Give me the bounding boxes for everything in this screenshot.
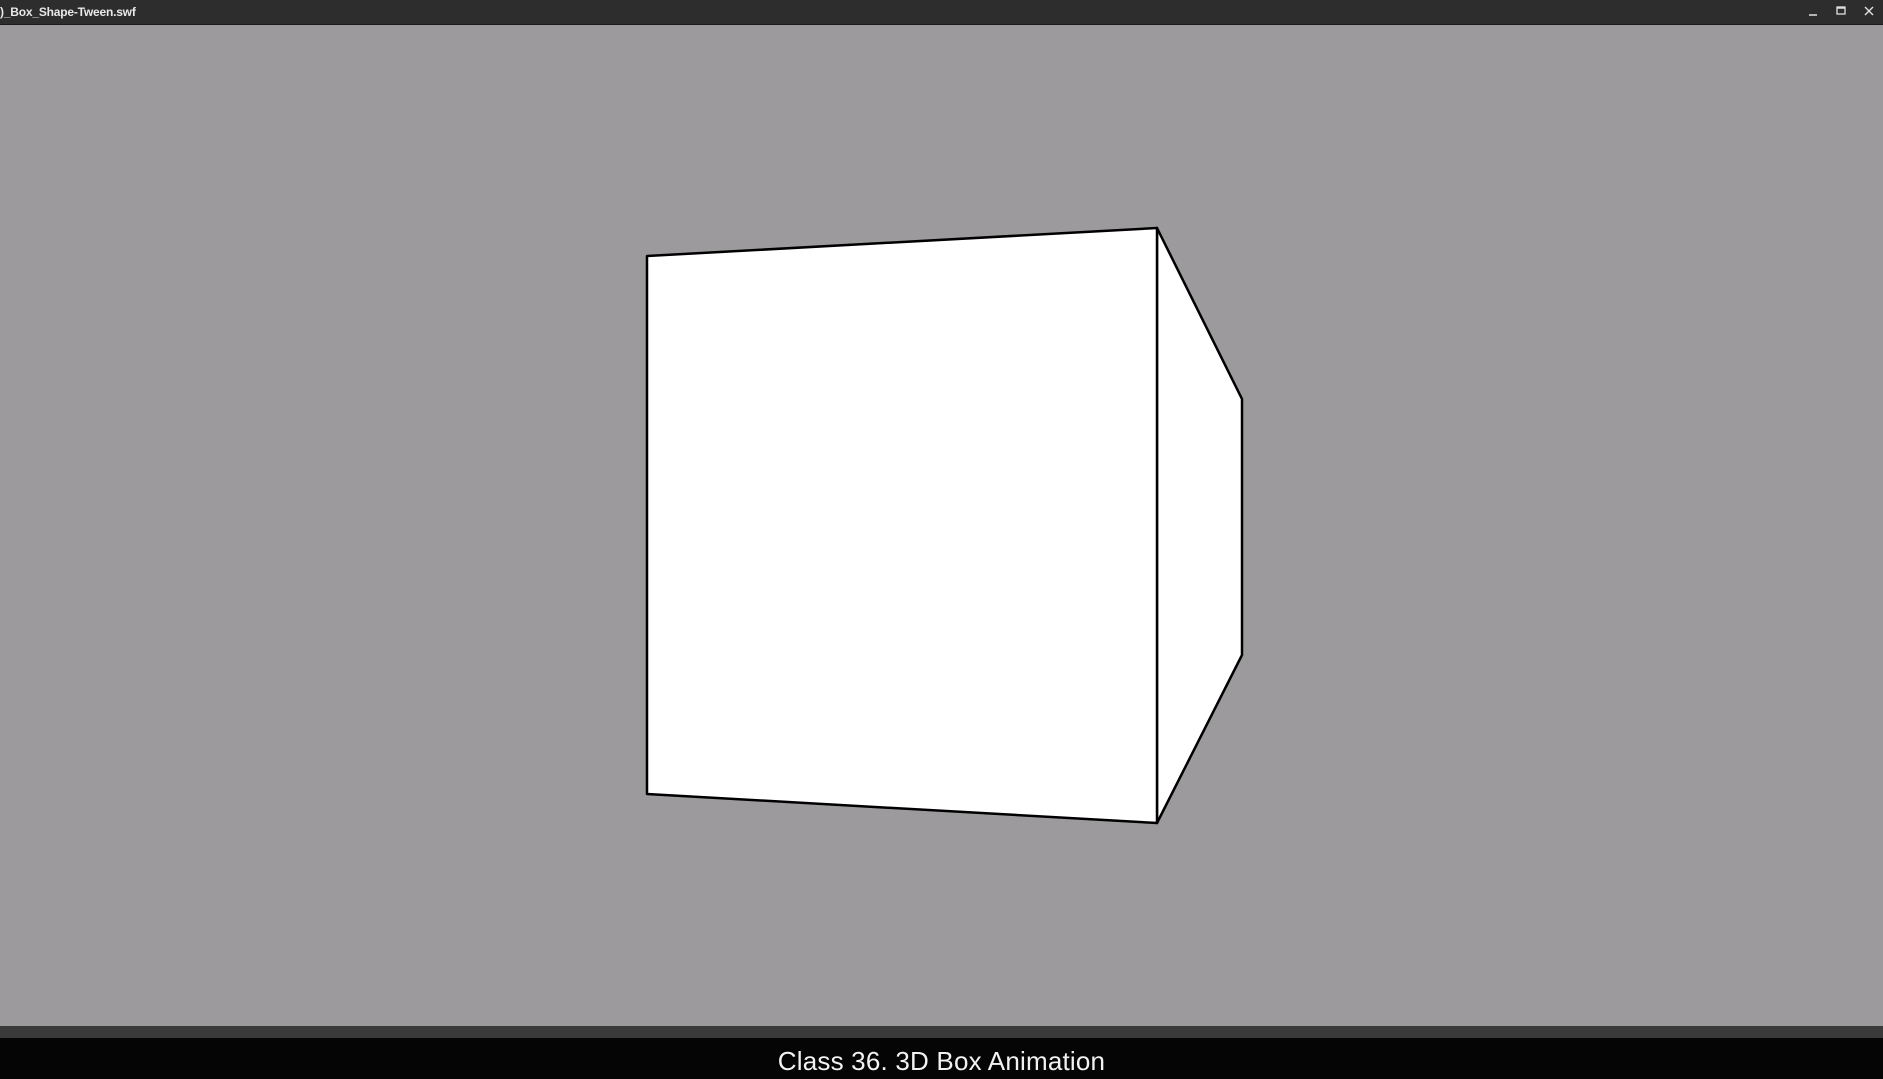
- flash-player-window: )_Box_Shape-Tween.swf Class 36. 3D Box A…: [0, 0, 1883, 1079]
- minimize-button[interactable]: [1799, 0, 1827, 22]
- close-icon: [1864, 6, 1874, 16]
- maximize-button[interactable]: [1827, 0, 1855, 22]
- minimize-icon: [1809, 14, 1817, 16]
- stage-bottom-strip: [0, 1026, 1883, 1038]
- title-bar[interactable]: )_Box_Shape-Tween.swf: [0, 0, 1883, 25]
- animation-stage: [0, 25, 1883, 1026]
- window-controls: [1799, 0, 1883, 22]
- box-side-face: [1155, 226, 1244, 825]
- box-canvas: [645, 226, 1244, 825]
- box-front-face: [645, 226, 1159, 825]
- window-title: )_Box_Shape-Tween.swf: [0, 5, 136, 19]
- caption-bar: Class 36. 3D Box Animation: [0, 1038, 1883, 1079]
- maximize-icon: [1836, 6, 1846, 15]
- close-button[interactable]: [1855, 0, 1883, 22]
- video-caption: Class 36. 3D Box Animation: [777, 1046, 1106, 1076]
